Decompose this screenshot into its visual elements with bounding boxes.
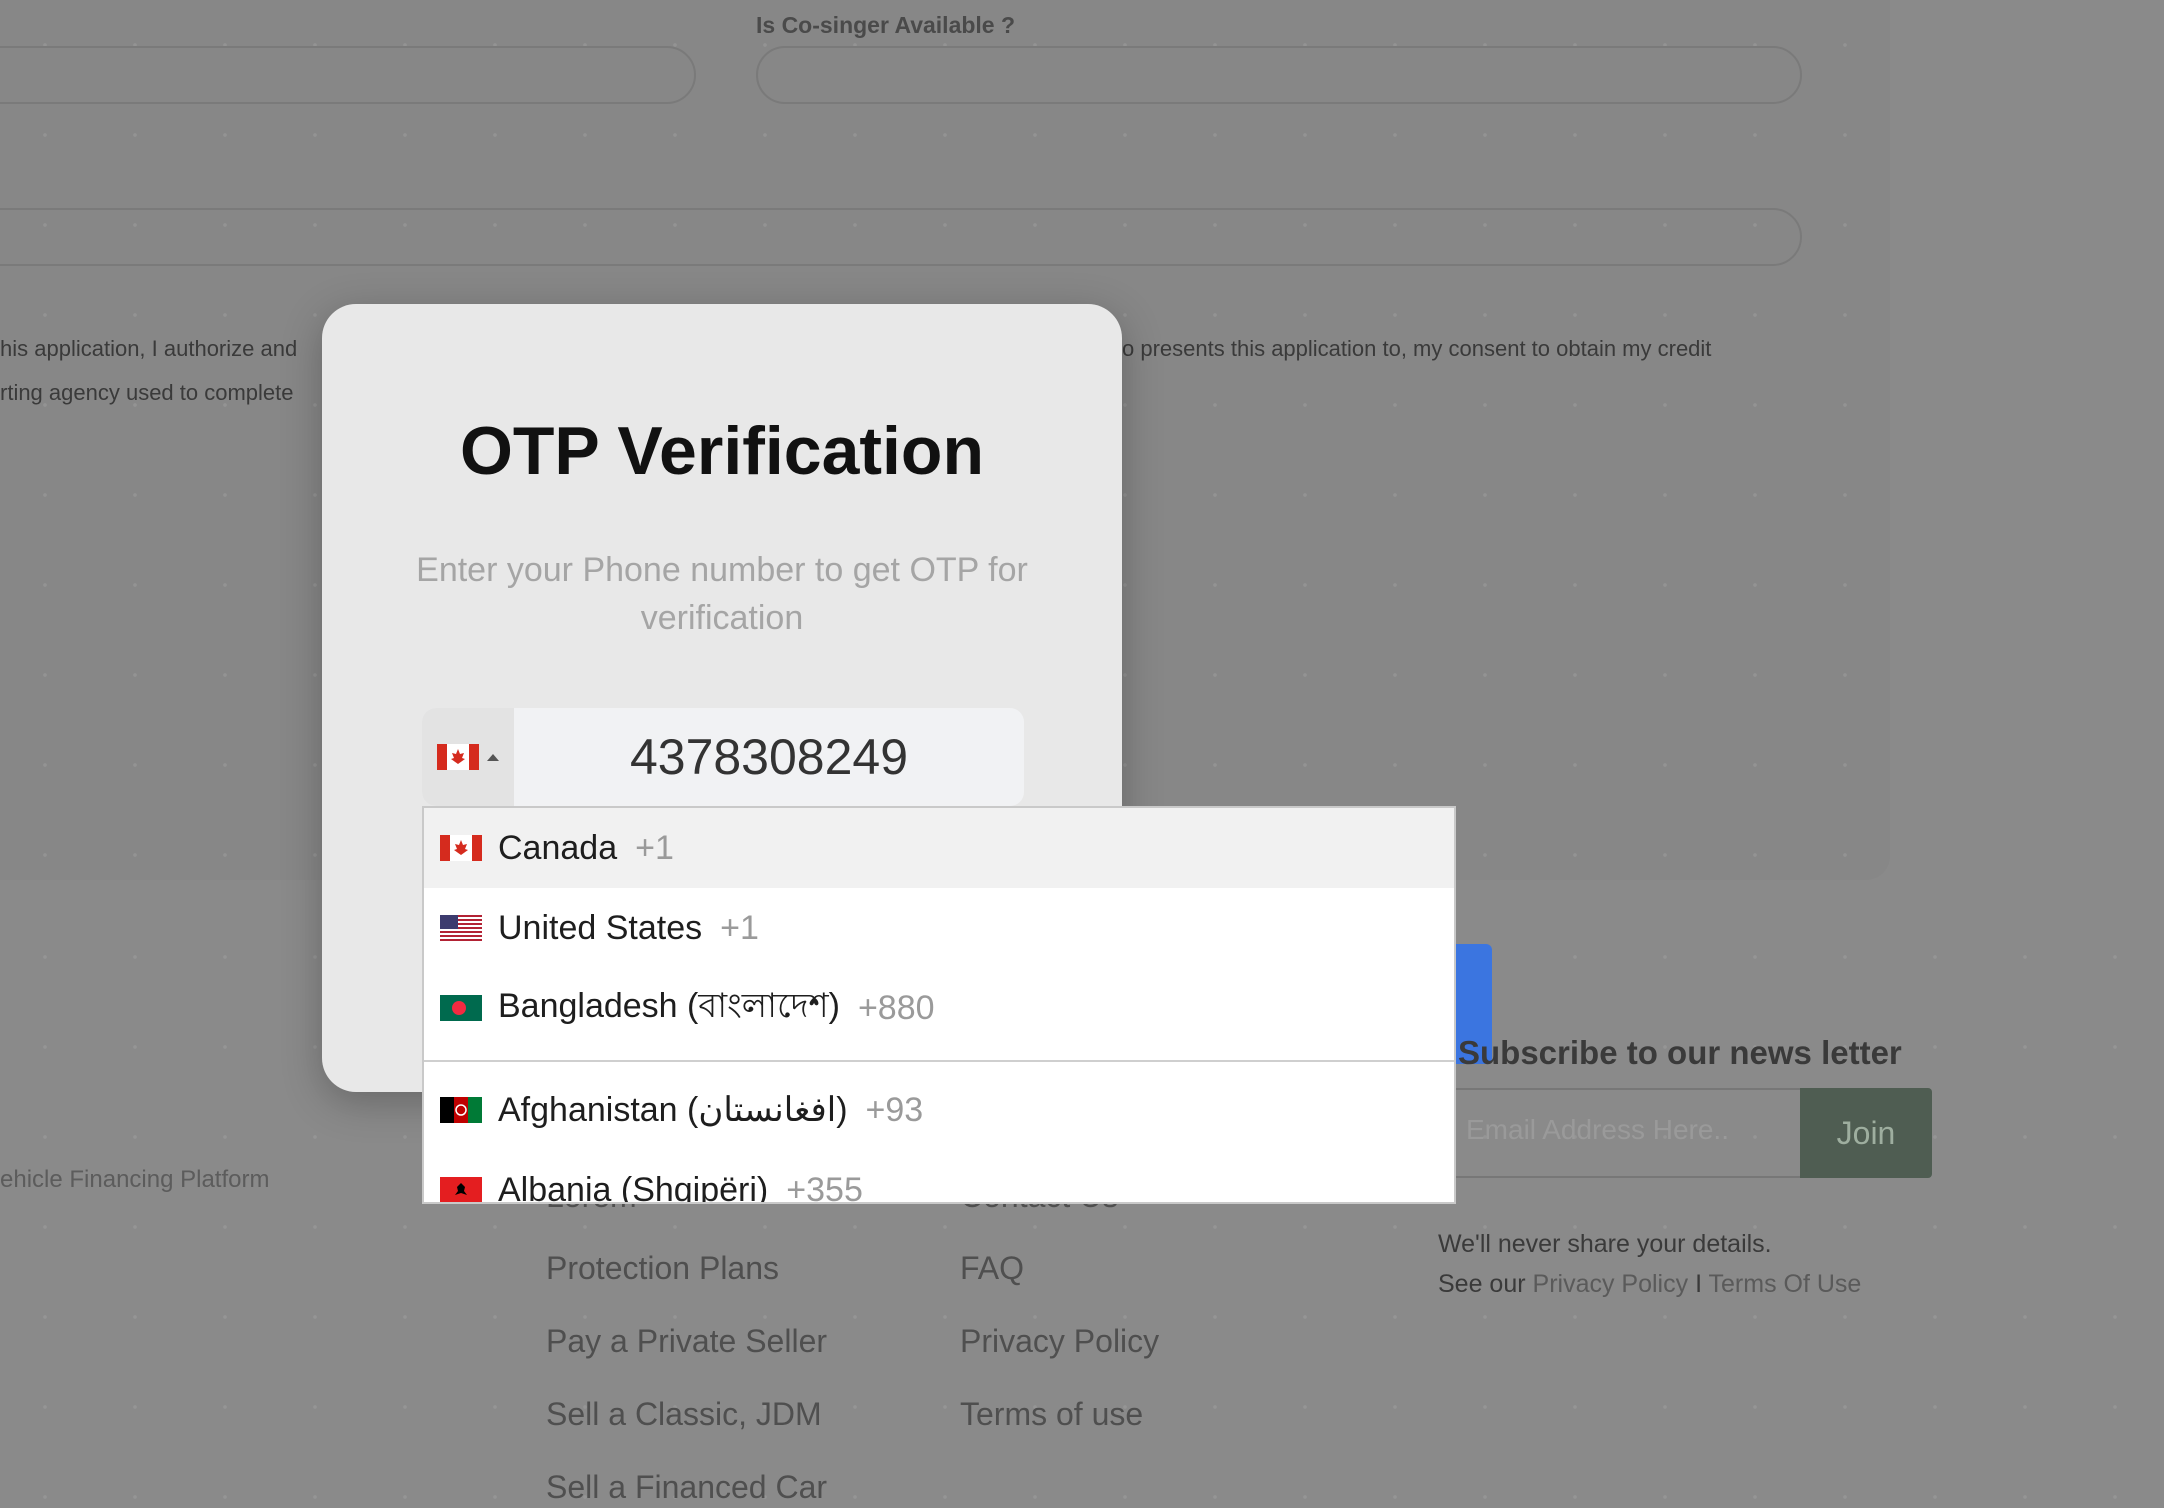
footer-link-protection-plans[interactable]: Protection Plans <box>546 1250 779 1287</box>
country-name: Bangladesh (বাংলাদেশ) <box>498 986 840 1025</box>
phone-field: 4378308249 <box>422 708 1024 806</box>
country-option-bangladesh[interactable]: Bangladesh (বাংলাদেশ) +880 <box>424 968 1454 1048</box>
privacy-links-line: See our Privacy Policy I Terms Of Use <box>1438 1270 1861 1299</box>
separator: I <box>1695 1270 1703 1298</box>
modal-title: OTP Verification <box>459 413 984 489</box>
us-flag-icon <box>440 915 482 941</box>
privacy-policy-link[interactable]: Privacy Policy <box>1533 1270 1689 1298</box>
dial-code: +355 <box>786 1170 863 1204</box>
country-name: United States <box>498 908 703 947</box>
dial-code: +880 <box>857 988 935 1027</box>
footer-link-sell-classic[interactable]: Sell a Classic, JDM <box>546 1396 822 1433</box>
left-top-input[interactable] <box>0 46 696 104</box>
cosigner-label: Is Co-singer Available ? <box>756 12 1016 38</box>
canada-flag-icon <box>437 744 479 770</box>
country-name: Albania (Shqipëri) <box>498 1170 769 1204</box>
join-button[interactable]: Join <box>1800 1088 1932 1178</box>
cosigner-input[interactable] <box>756 46 1802 104</box>
country-selector[interactable] <box>422 708 514 806</box>
terms-of-use-link[interactable]: Terms Of Use <box>1709 1270 1862 1298</box>
consent-text-line1-left: his application, I authorize and <box>0 336 298 361</box>
country-option-afghanistan[interactable]: Afghanistan (‫افغانستان‬‎) +93 <box>424 1070 1454 1150</box>
footer-tagline: ehicle Financing Platform <box>0 1166 270 1193</box>
caret-up-icon <box>487 753 499 761</box>
privacy-note: We'll never share your details. <box>1438 1230 1772 1258</box>
albania-flag-icon <box>440 1177 482 1202</box>
footer-link-sell-financed[interactable]: Sell a Financed Car <box>546 1469 827 1506</box>
country-name: Afghanistan (‫افغانستان‬‎) <box>498 1091 848 1129</box>
country-option-united-states[interactable]: United States +1 <box>424 888 1454 968</box>
country-dropdown[interactable]: Canada +1 United States +1 Bangladesh (ব… <box>422 806 1456 1204</box>
canada-flag-icon <box>440 835 482 861</box>
modal-subtitle: Enter your Phone number to get OTP for v… <box>416 551 1028 637</box>
footer-link-pay-private-seller[interactable]: Pay a Private Seller <box>546 1323 827 1360</box>
footer-link-faq[interactable]: FAQ <box>960 1250 1024 1287</box>
phone-number-input[interactable]: 4378308249 <box>514 708 1024 806</box>
country-option-albania[interactable]: Albania (Shqipëri) +355 <box>424 1150 1454 1204</box>
wide-input[interactable] <box>0 208 1802 266</box>
afghanistan-flag-icon <box>440 1097 482 1123</box>
footer-link-terms[interactable]: Terms of use <box>960 1396 1143 1433</box>
dial-code: +1 <box>635 828 674 867</box>
country-option-canada[interactable]: Canada +1 <box>424 808 1454 888</box>
dial-code: +93 <box>865 1090 924 1129</box>
dial-code: +1 <box>720 908 759 947</box>
note-prefix: See our <box>1438 1270 1526 1298</box>
newsletter-email-input[interactable]: Email Address Here.. <box>1438 1088 1802 1178</box>
consent-text-line1-right: o presents this application to, my conse… <box>1122 336 1712 361</box>
bangladesh-flag-icon <box>440 995 482 1021</box>
footer-link-privacy[interactable]: Privacy Policy <box>960 1323 1159 1360</box>
newsletter-title: Subscribe to our news letter <box>1458 1034 1902 1071</box>
consent-text-line2-left: rting agency used to complete <box>0 380 294 405</box>
dropdown-divider <box>424 1060 1454 1062</box>
country-name: Canada <box>498 828 618 867</box>
